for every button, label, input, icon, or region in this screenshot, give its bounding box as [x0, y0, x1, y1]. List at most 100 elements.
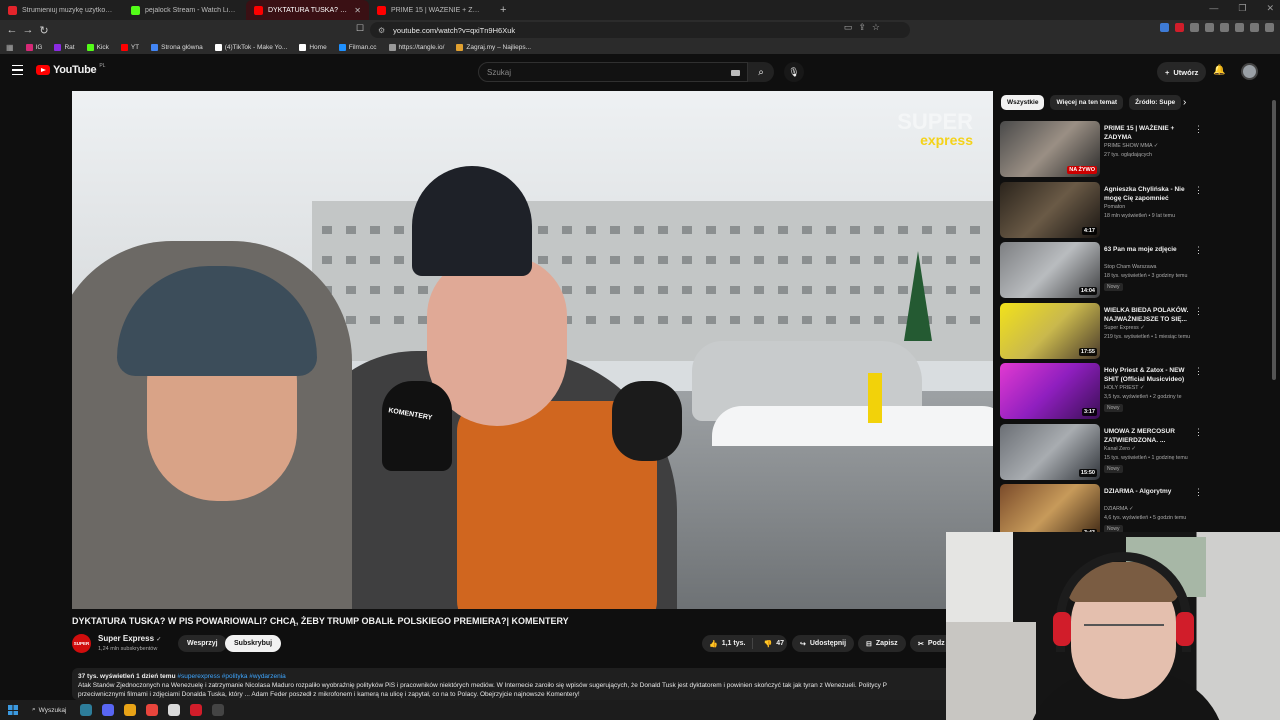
recommended-title[interactable]: UMOWA Z MERCOSUR ZATWIERDZONA. ... [1104, 427, 1192, 445]
recommended-channel[interactable]: Stop Cham Warszawa [1104, 264, 1196, 270]
recommended-title[interactable]: Holy Priest & Zatox - NEW SHIT (Official… [1104, 366, 1192, 384]
recommended-title[interactable]: DZIARMA - Algorytmy [1104, 487, 1192, 496]
browser-tab[interactable]: PRIME 15 | WAŻENIE + ZADYMA - Yo [369, 0, 492, 20]
taskbar-app-icon[interactable] [124, 704, 137, 716]
more-actions-button[interactable]: ✂ Podz [910, 635, 946, 652]
like-button[interactable]: 👍 1,1 tys. [702, 638, 754, 649]
menu-icon[interactable] [1265, 23, 1274, 32]
recommended-video[interactable]: 14:04 63 Pan ma moje zdjęcie Stop Cham War… [1000, 242, 1203, 300]
site-info-icon[interactable]: ⚙ [378, 26, 385, 35]
more-options-icon[interactable]: ⋮ [1194, 366, 1203, 377]
recommended-video[interactable]: 17:55 WIELKA BIEDA POLAKÓW. NAJWAŻNIEJSZE… [1000, 302, 1203, 361]
recommended-channel[interactable]: HOLY PRIEST ✓ [1104, 385, 1196, 391]
apps-grid-icon[interactable]: ▦ [6, 43, 14, 52]
cast-icon[interactable]: ▭ [844, 22, 853, 33]
account-avatar[interactable] [1241, 63, 1258, 80]
forward-icon[interactable]: → [20, 24, 36, 36]
create-button[interactable]: + Utwórz [1157, 62, 1207, 82]
more-options-icon[interactable]: ⋮ [1194, 185, 1203, 196]
video-player[interactable]: KOMENTERY SUPER express [72, 91, 993, 609]
recommended-title[interactable]: PRIME 15 | WAŻENIE + ZADYMA [1104, 124, 1192, 142]
channel-name[interactable]: Super Express ✓ [98, 634, 161, 643]
recommended-title[interactable]: Agnieszka Chylińska - Nie mogę Cię zapom… [1104, 185, 1192, 203]
extension-icon[interactable] [1205, 23, 1214, 32]
bookmark-item[interactable]: (4)TikTok - Make Yo... [214, 43, 287, 51]
recommended-title[interactable]: 63 Pan ma moje zdjęcie [1104, 245, 1192, 254]
recommended-video[interactable]: 15:50 UMOWA Z MERCOSUR ZATWIERDZONA. ... K… [1000, 423, 1203, 482]
taskbar-app-icon[interactable] [212, 704, 225, 716]
filter-chip[interactable]: Wszystkie [1001, 95, 1045, 110]
profile-icon[interactable] [1250, 23, 1259, 32]
dislike-button[interactable]: 👎 47 [757, 640, 790, 648]
browser-tab[interactable]: pejalock Stream - Watch Live on Kick [123, 0, 246, 20]
support-button[interactable]: Wesprzyj [178, 635, 227, 652]
tab-close-icon[interactable]: ✕ [354, 6, 361, 15]
video-description[interactable]: 37 tys. wyświetleń 1 dzień temu #superex… [72, 668, 952, 700]
share-button[interactable]: ↪ Udostępnij [792, 635, 855, 652]
video-thumbnail[interactable]: 15:50 [1000, 423, 1100, 480]
recommended-channel[interactable]: Kanał Zero ✓ [1104, 446, 1196, 452]
minimize-icon[interactable]: — [1209, 3, 1218, 14]
extension-icon[interactable] [1190, 23, 1199, 32]
bookmark-item[interactable]: Zagraj.my – Najlieps... [456, 43, 531, 51]
puzzle-icon[interactable] [1220, 23, 1229, 32]
taskbar-app-icon[interactable] [168, 704, 181, 716]
filter-chip[interactable]: Więcej na ten temat [1050, 95, 1124, 110]
voice-search-button[interactable]: 🎙 [784, 62, 804, 82]
bookmark-item[interactable]: YT [120, 43, 139, 51]
recommended-video[interactable]: NA ŻYWO PRIME 15 | WAŻENIE + ZADYMA PRIME … [1000, 121, 1203, 179]
channel-avatar[interactable]: SUPER [72, 634, 91, 653]
bookmark-icon[interactable]: ☐ [352, 23, 368, 34]
back-icon[interactable]: ← [4, 24, 20, 36]
browser-tab[interactable]: Strumieniuj muzykę użytkownika jn [0, 0, 123, 20]
hashtags[interactable]: #superexpress #polityka #wydarzenia [177, 673, 285, 680]
bookmark-item[interactable]: Kick [86, 43, 109, 51]
taskbar-search[interactable]: ⌕ Wyszukaj [26, 706, 72, 714]
recommended-channel[interactable]: PRIME SHOW MMA ✓ [1104, 143, 1196, 149]
media-icon[interactable] [1235, 23, 1244, 32]
browser-tab[interactable]: DYKTATURA TUSKA? W PIS P ✕ [246, 0, 369, 20]
keyboard-icon[interactable] [731, 70, 740, 76]
more-options-icon[interactable]: ⋮ [1194, 124, 1203, 135]
video-thumbnail[interactable]: 14:04 [1000, 242, 1100, 298]
taskbar-app-icon[interactable] [102, 704, 115, 716]
windows-start-icon[interactable] [8, 705, 18, 715]
more-options-icon[interactable]: ⋮ [1194, 306, 1203, 317]
bookmark-item[interactable]: Rat [54, 43, 75, 51]
video-thumbnail[interactable]: NA ŻYWO [1000, 121, 1100, 177]
address-bar[interactable]: ⚙ youtube.com/watch?v=qxiTn9H6Xuk ▭ ⇪ ☆ [370, 22, 910, 38]
recommended-video[interactable]: 3:17 Holy Priest & Zatox - NEW SHIT (Offi… [1000, 363, 1203, 421]
page-scrollbar[interactable] [1272, 100, 1276, 380]
notifications-bell-icon[interactable]: 🔔 [1213, 65, 1225, 76]
new-tab-button[interactable]: + [492, 4, 514, 16]
video-thumbnail[interactable]: 4:17 [1000, 181, 1100, 238]
maximize-icon[interactable]: ❐ [1238, 3, 1246, 14]
extension-icon[interactable] [1160, 23, 1169, 32]
recommended-title[interactable]: WIELKA BIEDA POLAKÓW. NAJWAŻNIEJSZE TO S… [1104, 306, 1192, 324]
save-button[interactable]: ⊟ Zapisz [858, 635, 906, 652]
subscribe-button[interactable]: Subskrybuj [225, 635, 282, 652]
bookmark-item[interactable]: IG [25, 43, 42, 51]
recommended-video[interactable]: 4:17 Agnieszka Chylińska - Nie mogę Cię z… [1000, 181, 1203, 240]
close-window-icon[interactable]: ✕ [1266, 3, 1274, 14]
more-options-icon[interactable]: ⋮ [1194, 245, 1203, 256]
taskbar-app-icon[interactable] [146, 704, 159, 716]
taskbar-app-icon[interactable] [80, 704, 93, 716]
taskbar-app-icon[interactable] [190, 704, 203, 716]
search-button[interactable]: ⌕ [748, 62, 774, 82]
video-thumbnail[interactable]: 3:17 [1000, 363, 1100, 419]
video-thumbnail[interactable]: 17:55 [1000, 302, 1100, 359]
bookmark-item[interactable]: Strona główna [151, 43, 203, 51]
bookmark-item[interactable]: https://tangle.io/ [388, 43, 444, 51]
recommended-channel[interactable]: Super Express ✓ [1104, 325, 1196, 331]
reload-icon[interactable]: ↻ [36, 24, 52, 37]
youtube-logo[interactable]: YouTube PL [36, 63, 105, 76]
chevron-right-icon[interactable]: › [1183, 97, 1186, 108]
bookmark-item[interactable]: Filman.cc [338, 43, 377, 51]
more-options-icon[interactable]: ⋮ [1194, 427, 1203, 438]
search-input[interactable]: Szukaj [478, 62, 748, 82]
record-extension-icon[interactable] [1175, 23, 1184, 32]
more-options-icon[interactable]: ⋮ [1194, 487, 1203, 498]
recommended-channel[interactable]: Pomaton [1104, 204, 1196, 210]
menu-burger-icon[interactable] [12, 65, 23, 75]
